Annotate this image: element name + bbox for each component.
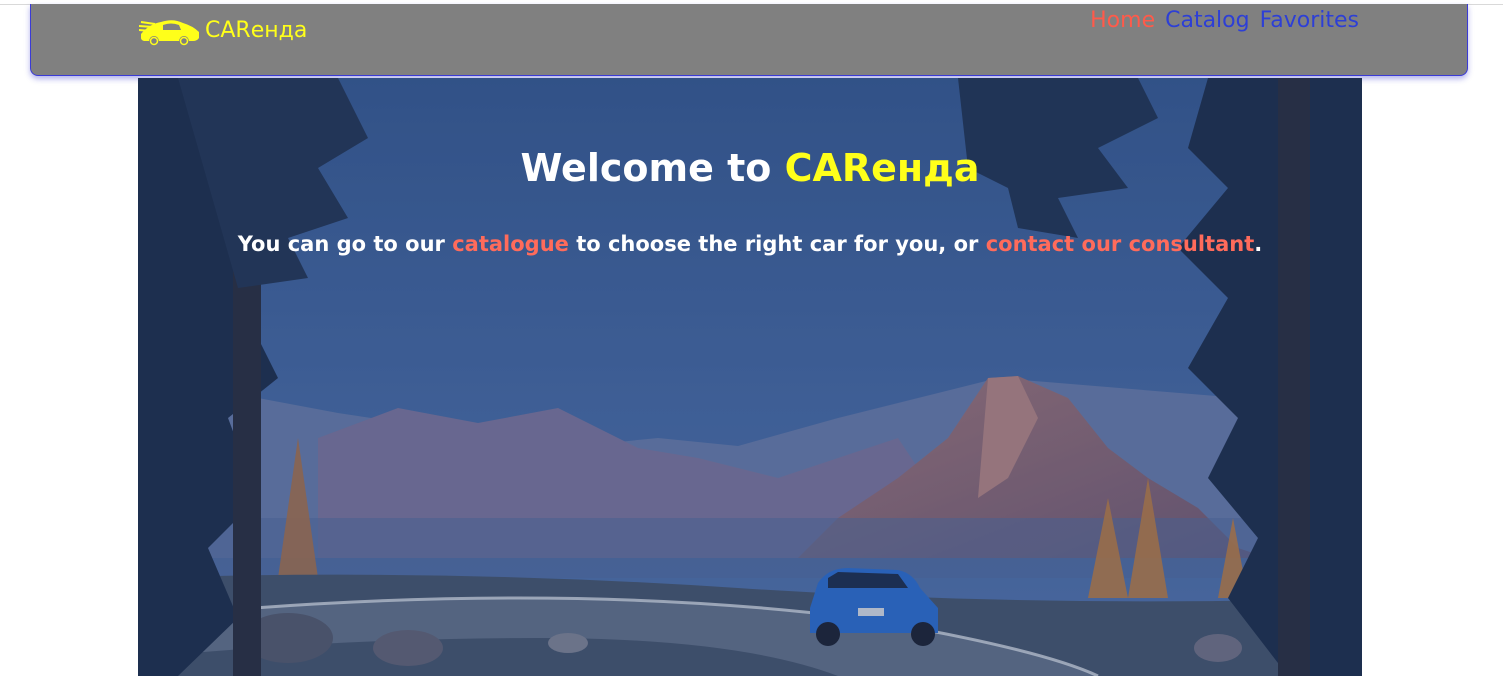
hero-sub-text-2: to choose the right car for you, or [568,232,986,256]
hero-subtitle: You can go to our catalogue to choose th… [138,232,1362,256]
hero-sub-text-3: . [1254,232,1263,256]
hero-sub-text-1: You can go to our [237,232,453,256]
site-header: CARенда Home Catalog Favorites [30,4,1468,76]
catalogue-link[interactable]: catalogue [452,232,569,256]
main-nav: Home Catalog Favorites [1090,6,1359,36]
contact-consultant-link[interactable]: contact our consultant [986,232,1255,256]
hero-title-prefix: Welcome to [520,146,785,190]
logo-link[interactable]: CARенда [139,14,307,46]
car-logo-icon [139,20,199,46]
nav-favorites-link[interactable]: Favorites [1260,6,1359,36]
nav-catalog-link[interactable]: Catalog [1165,6,1250,36]
nav-home-link[interactable]: Home [1090,6,1155,36]
hero-title-brand: CARенда [784,146,980,190]
hero-title: Welcome to CARенда [138,146,1362,190]
hero-section: Welcome to CARенда You can go to our cat… [138,78,1362,676]
logo-text: CARенда [205,17,308,43]
